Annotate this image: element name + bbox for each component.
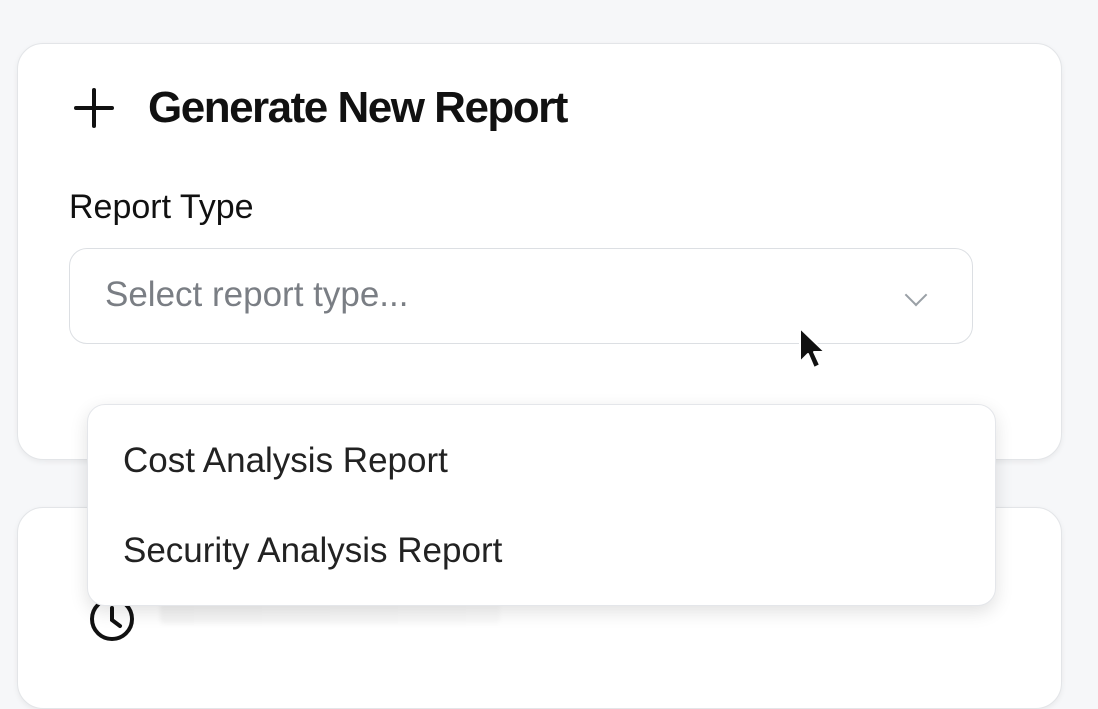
report-type-dropdown: Cost Analysis Report Security Analysis R… — [87, 404, 996, 606]
mouse-cursor-icon — [799, 327, 826, 369]
option-cost-analysis-report[interactable]: Cost Analysis Report — [123, 441, 448, 481]
report-type-placeholder: Select report type... — [105, 275, 409, 314]
report-type-label: Report Type — [69, 188, 254, 226]
generate-report-title: Generate New Report — [148, 83, 568, 132]
generate-report-heading: Generate New Report — [74, 83, 568, 133]
chevron-down-icon — [904, 283, 928, 307]
option-security-analysis-report[interactable]: Security Analysis Report — [123, 531, 502, 571]
plus-icon — [74, 88, 114, 128]
report-type-select[interactable]: Select report type... — [69, 248, 973, 344]
